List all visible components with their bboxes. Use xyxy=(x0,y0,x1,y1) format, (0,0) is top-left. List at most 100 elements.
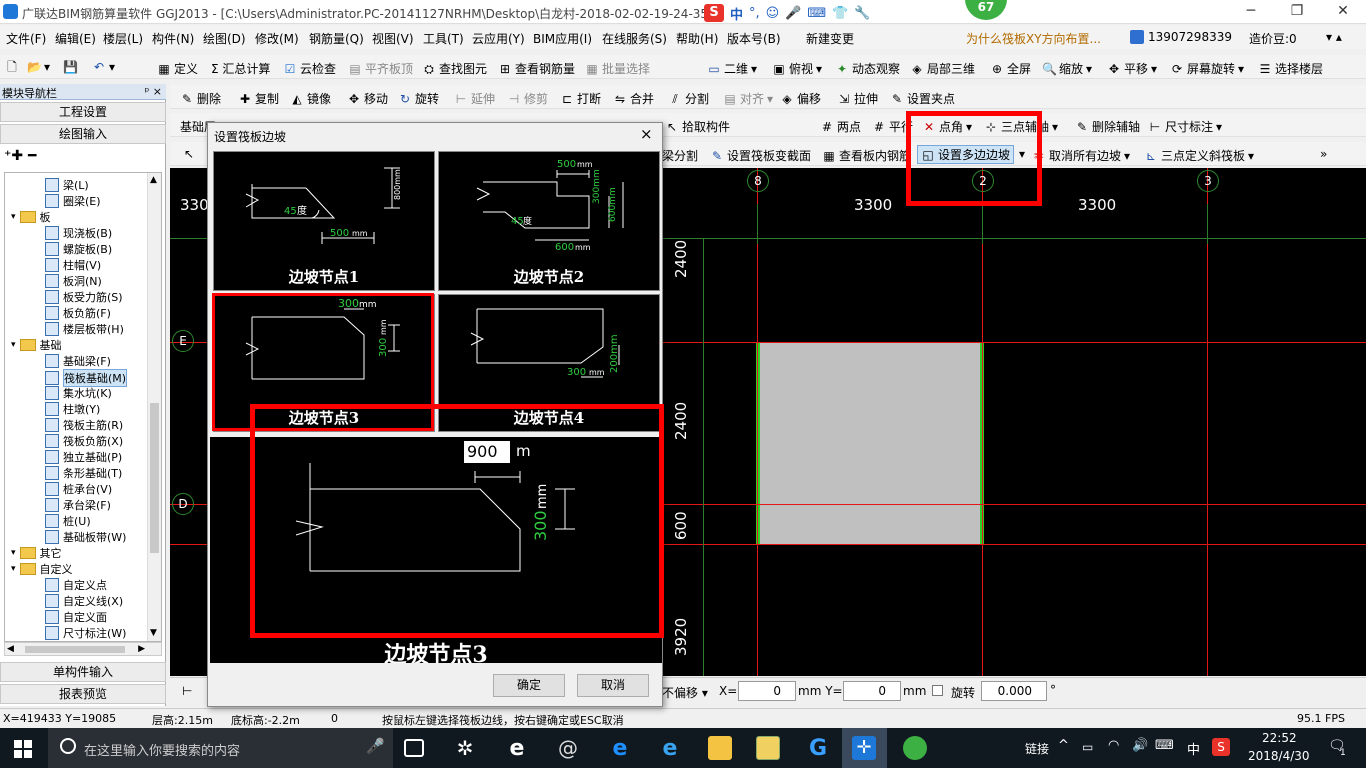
orth-toggle-icon[interactable]: ⊢ xyxy=(182,684,192,698)
two-point-button[interactable]: # 两点 xyxy=(820,118,861,135)
tree-item[interactable]: 自定义面 xyxy=(45,609,107,625)
collapse-all-icon[interactable]: ━ xyxy=(28,148,36,164)
tree-item[interactable]: 板受力筋(S) xyxy=(45,289,123,305)
cancel-all-slopes-button[interactable]: ✂ 取消所有边坡 ▾ xyxy=(1032,147,1130,164)
tray-date[interactable]: 2018/4/30 xyxy=(1248,749,1310,763)
tree-item[interactable]: 集水坑(K) xyxy=(45,385,112,401)
beam-split-button[interactable]: 梁分割 xyxy=(662,147,698,164)
notify-badge[interactable]: 67 xyxy=(965,0,1007,20)
flush-top-button[interactable]: ▤ 平齐板顶 xyxy=(348,60,413,77)
tree-item[interactable]: 板负筋(F) xyxy=(45,305,111,321)
offset-mode-dropdown[interactable]: 不偏移 ▾ xyxy=(662,684,708,701)
scroll-thumb[interactable] xyxy=(150,403,159,553)
menu-rebar[interactable]: 钢筋量(Q) xyxy=(309,30,364,47)
local-3d-button[interactable]: ◈ 局部三维 xyxy=(910,60,975,77)
ok-button[interactable]: 确定 xyxy=(493,674,565,697)
mic-search-icon[interactable]: 🎤 xyxy=(366,737,385,755)
toolbar-overflow-icon[interactable]: » xyxy=(1320,147,1327,161)
tree-item[interactable]: 筏板主筋(R) xyxy=(45,417,123,433)
split-button[interactable]: ⫽ 分割 xyxy=(668,90,709,107)
tree-item[interactable]: 承台梁(F) xyxy=(45,497,111,513)
glodon-g-icon[interactable]: G xyxy=(806,736,830,761)
task-view-icon[interactable] xyxy=(404,739,424,757)
menu-bim[interactable]: BIM应用(I) xyxy=(533,30,592,47)
three-point-axis-dropdown[interactable]: ⊹ 三点辅轴 ▾ xyxy=(984,118,1058,135)
tray-lang[interactable]: 中 xyxy=(1187,739,1200,758)
parallel-button[interactable]: # 平行 xyxy=(872,118,913,135)
tree-item[interactable]: 楼层板带(H) xyxy=(45,321,124,337)
tray-network-icon[interactable]: ◠ xyxy=(1108,738,1119,753)
tree-item[interactable]: 现浇板(B) xyxy=(45,225,112,241)
tree-item[interactable]: 圈梁(E) xyxy=(45,193,101,209)
three-point-slope-button[interactable]: ⊾ 三点定义斜筏板 ▾ xyxy=(1144,147,1254,164)
active-app-tile[interactable]: ✛ xyxy=(842,728,887,768)
define-button[interactable]: ▦ 定义 xyxy=(157,60,198,77)
delete-button[interactable]: ✎ 删除 xyxy=(180,90,221,107)
tree-item[interactable]: ▾ 其它 xyxy=(11,545,62,561)
ime-lang[interactable]: 中 xyxy=(730,4,743,23)
view-slab-rebar-button[interactable]: ▦ 查看板内钢筋 xyxy=(822,147,911,164)
menu-more-icon[interactable]: ▾ ▴ xyxy=(1326,30,1342,44)
tray-expand-icon[interactable]: ^ xyxy=(1058,738,1069,753)
notepad-icon[interactable] xyxy=(756,736,780,760)
tree-item[interactable]: ▾ 板 xyxy=(11,209,51,225)
undo-icon[interactable]: ↶ ▾ xyxy=(92,60,115,74)
draw-input-tab[interactable]: 绘图输入 xyxy=(0,124,166,144)
new-file-icon[interactable]: 🗋 xyxy=(5,60,19,74)
batch-select-button[interactable]: ▦ 批量选择 xyxy=(585,60,650,77)
save-icon[interactable]: 💾 xyxy=(63,60,78,74)
tree-item[interactable]: 筏板负筋(X) xyxy=(45,433,123,449)
align-dropdown[interactable]: ▤ 对齐 ▾ xyxy=(723,90,773,107)
emoji-icon[interactable]: ☺ xyxy=(766,6,780,21)
restore-button[interactable]: ❐ xyxy=(1274,0,1320,24)
menu-view[interactable]: 视图(V) xyxy=(372,30,414,47)
windows-start-icon[interactable] xyxy=(14,740,32,758)
price-bean[interactable]: 造价豆:0 xyxy=(1249,30,1297,47)
green-app-icon[interactable] xyxy=(903,736,927,760)
menu-draw[interactable]: 绘图(D) xyxy=(203,30,246,47)
tree-item[interactable]: 桩承台(V) xyxy=(45,481,112,497)
account-label[interactable]: 13907298339 xyxy=(1130,30,1232,44)
keyboard-icon[interactable]: ⌨ xyxy=(807,6,826,21)
menu-new-change[interactable]: 新建变更 xyxy=(806,30,854,47)
tree-hscroll[interactable]: ◀ ▶ xyxy=(4,642,162,656)
tree-item[interactable]: 基础板带(W) xyxy=(45,529,126,545)
tray-keyboard-icon[interactable]: ⌨ xyxy=(1155,738,1174,753)
find-element-button[interactable]: ⛭ 查找图元 xyxy=(422,60,487,77)
file-explorer-icon[interactable] xyxy=(708,736,732,760)
x-input[interactable]: 0 xyxy=(738,681,796,701)
tree-item[interactable]: 柱帽(V) xyxy=(45,257,101,273)
tree-item[interactable]: 尺寸标注(W) xyxy=(45,625,126,641)
report-tab[interactable]: 报表预览 xyxy=(0,684,166,704)
ie-icon-2[interactable]: e xyxy=(658,736,682,761)
break-button[interactable]: ⊏ 打断 xyxy=(560,90,601,107)
dimension-dropdown[interactable]: ⊢ 尺寸标注 ▾ xyxy=(1148,118,1222,135)
menu-online[interactable]: 在线服务(S) xyxy=(602,30,667,47)
mirror-button[interactable]: ◭ 镜像 xyxy=(290,90,331,107)
fullscreen-button[interactable]: ⊕ 全屏 xyxy=(990,60,1031,77)
rotate-input[interactable]: 0.000 xyxy=(981,681,1047,701)
tray-time[interactable]: 22:52 xyxy=(1262,731,1297,745)
slope-node-2[interactable]: 500 mm 45 度 300mm 600mm 600 mm 边坡节点2 xyxy=(438,151,660,291)
single-input-tab[interactable]: 单构件输入 xyxy=(0,662,166,682)
2d-view-dropdown[interactable]: ▭ 二维 ▾ xyxy=(707,60,757,77)
cancel-button[interactable]: 取消 xyxy=(577,674,649,697)
y-input[interactable]: 0 xyxy=(843,681,901,701)
pan-dropdown[interactable]: ✥ 平移 ▾ xyxy=(1107,60,1157,77)
copy-button[interactable]: ✚ 复制 xyxy=(238,90,279,107)
top-view-dropdown[interactable]: ▣ 俯视 ▾ xyxy=(772,60,822,77)
fan-app-icon[interactable]: ✲ xyxy=(453,736,477,760)
tray-sogou-icon[interactable]: S xyxy=(1212,738,1230,756)
offset-button[interactable]: ◈ 偏移 xyxy=(780,90,821,107)
tree-item[interactable]: 螺旋板(B) xyxy=(45,241,112,257)
dynamic-view-button[interactable]: ✦ 动态观察 xyxy=(835,60,900,77)
menu-edit[interactable]: 编辑(E) xyxy=(55,30,96,47)
tray-volume-icon[interactable]: 🔊 xyxy=(1132,738,1148,753)
extend-button[interactable]: ⊢ 延伸 xyxy=(454,90,495,107)
tree-item[interactable]: 条形基础(T) xyxy=(45,465,122,481)
tree-item[interactable]: 自定义点 xyxy=(45,577,107,593)
set-raft-section-button[interactable]: ✎ 设置筏板变截面 xyxy=(710,147,811,164)
tree-item[interactable]: 桩(U) xyxy=(45,513,91,529)
tree-item[interactable]: 独立基础(P) xyxy=(45,449,122,465)
pick-component-button[interactable]: ↖ 拾取构件 xyxy=(665,118,730,135)
